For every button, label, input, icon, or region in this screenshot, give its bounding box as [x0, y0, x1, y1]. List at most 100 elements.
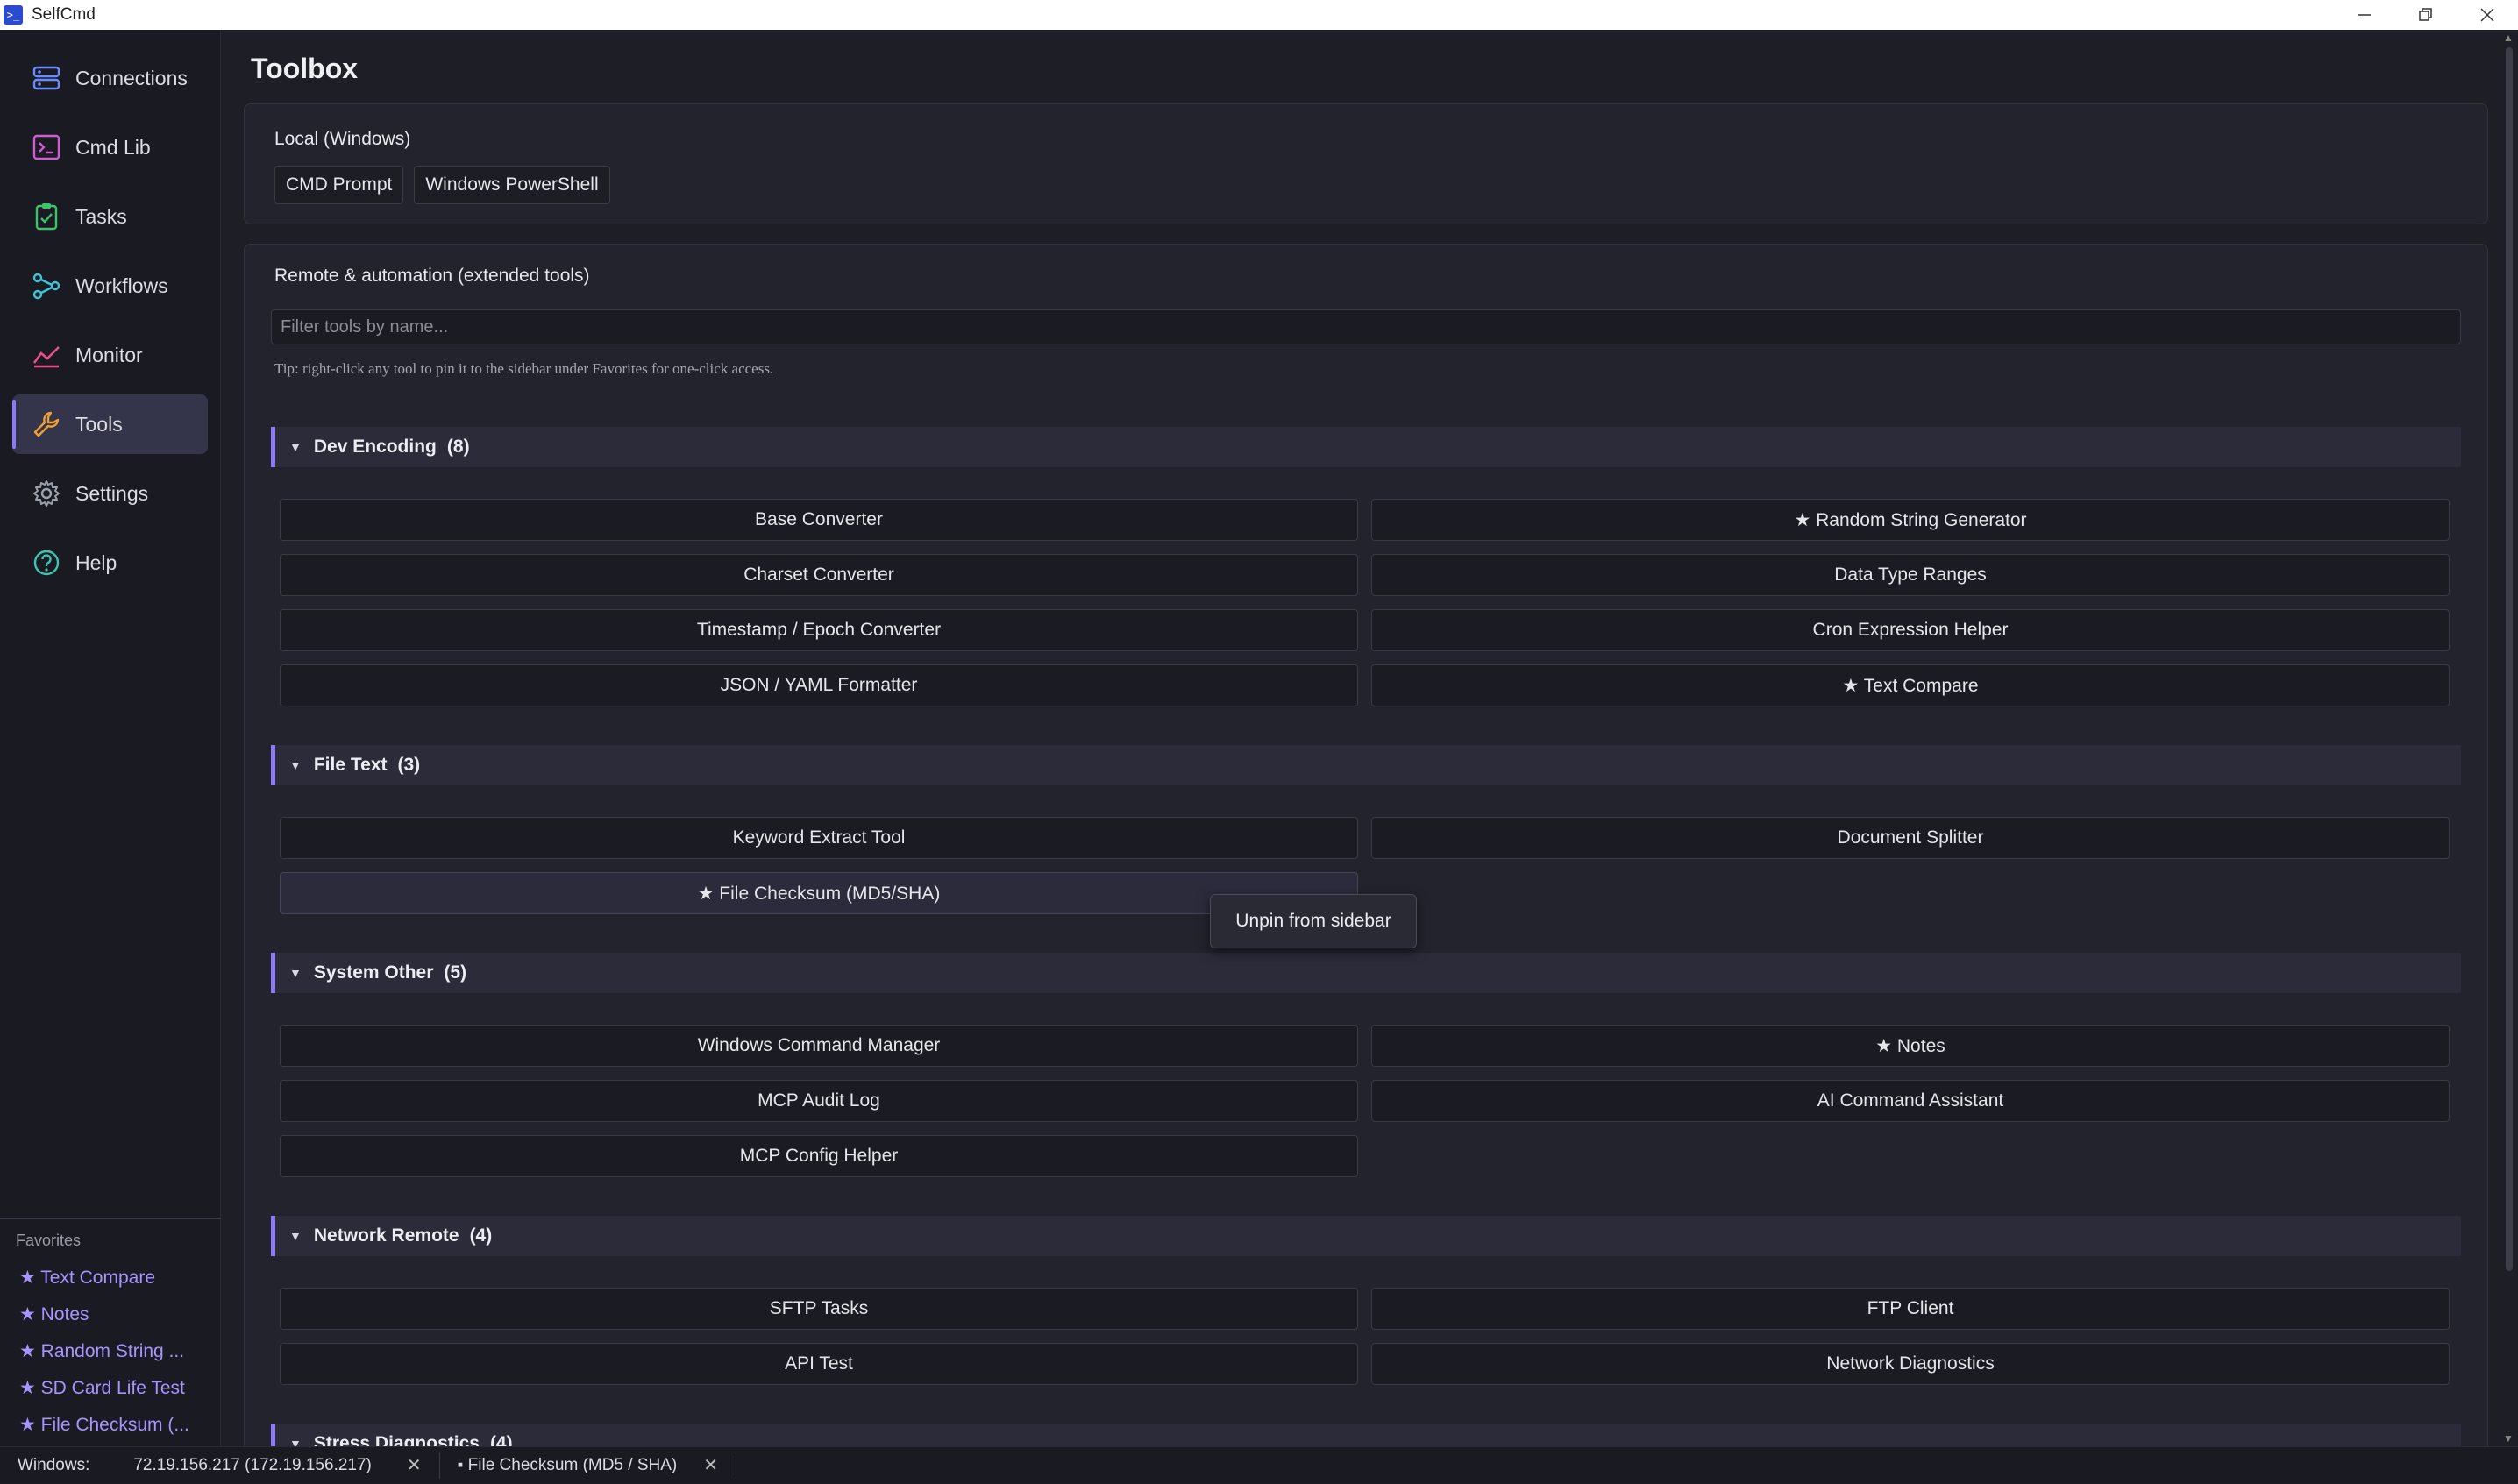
sidebar-item-tasks[interactable]: Tasks [12, 187, 208, 246]
workflow-icon [32, 271, 61, 301]
gear-icon [32, 479, 61, 508]
favorites-title: Favorites [16, 1232, 82, 1249]
section-header-dev-encoding[interactable]: ▼ Dev Encoding (8) [271, 427, 2461, 467]
favorite-item[interactable]: ★ Notes [0, 1296, 221, 1332]
tool-button[interactable]: SFTP Tasks [280, 1288, 1358, 1330]
remote-card-label: Remote & automation (extended tools) [274, 266, 590, 286]
minimize-button[interactable] [2334, 0, 2395, 30]
clipboard-check-icon [32, 202, 61, 231]
tool-button[interactable]: ★ Notes [1371, 1025, 2450, 1067]
window-tab-label: 72.19.156.217 (172.19.156.217) [133, 1455, 372, 1474]
caret-down-icon: ▼ [289, 758, 302, 772]
sidebar-item-workflows[interactable]: Workflows [12, 256, 208, 316]
sidebar-item-settings[interactable]: Settings [12, 464, 208, 523]
sidebar-item-label: Settings [75, 481, 149, 505]
scroll-down-icon[interactable]: ▼ [2503, 1432, 2514, 1445]
restore-button[interactable] [2395, 0, 2457, 30]
section-count: (4) [469, 1225, 493, 1246]
filter-tools-input[interactable] [271, 309, 2461, 344]
tool-button[interactable]: Charset Converter [280, 554, 1358, 596]
section-name: Stress Diagnostics [313, 1433, 480, 1446]
windows-label: Windows: [18, 1455, 90, 1474]
sidebar-item-label: Tools [75, 412, 123, 436]
status-bar: Windows: 72.19.156.217 (172.19.156.217) … [0, 1446, 2518, 1483]
favorite-item[interactable]: ★ SD Card Life Test [0, 1369, 221, 1406]
sidebar-item-monitor[interactable]: Monitor [12, 325, 208, 385]
section-header-stress-diagnostics[interactable]: ▼ Stress Diagnostics (4) [271, 1424, 2461, 1446]
section-count: (4) [489, 1433, 513, 1446]
section-header-network-remote[interactable]: ▼ Network Remote (4) [271, 1216, 2461, 1256]
section-count: (5) [444, 962, 467, 983]
tool-button[interactable]: ★ Text Compare [1371, 664, 2450, 706]
local-card-label: Local (Windows) [274, 129, 411, 149]
caret-down-icon: ▼ [289, 966, 302, 980]
section-name: System Other [313, 962, 434, 983]
cmd-prompt-button[interactable]: CMD Prompt [274, 166, 404, 204]
sidebar-item-cmd-lib[interactable]: Cmd Lib [12, 117, 208, 177]
chart-line-icon [32, 340, 61, 370]
caret-down-icon: ▼ [289, 1437, 302, 1446]
local-shell-list: CMD Prompt Windows PowerShell [274, 166, 610, 204]
section-name: Dev Encoding [313, 437, 437, 457]
favorite-item[interactable]: ★ Text Compare [0, 1259, 221, 1296]
tool-button[interactable]: Network Diagnostics [1371, 1343, 2450, 1385]
sidebar-item-label: Cmd Lib [75, 135, 151, 159]
window-tab[interactable]: ▪ File Checksum (MD5 / SHA) ✕ [440, 1447, 736, 1484]
section-name: File Text [313, 755, 388, 775]
tool-button[interactable]: ★ File Checksum (MD5/SHA) [280, 872, 1358, 914]
tool-button[interactable]: FTP Client [1371, 1288, 2450, 1330]
section-count: (3) [397, 755, 421, 775]
help-circle-icon [32, 548, 61, 578]
sidebar-item-tools[interactable]: Tools [12, 394, 208, 454]
sidebar-item-label: Workflows [75, 273, 168, 297]
powershell-button[interactable]: Windows PowerShell [414, 166, 610, 204]
tool-button[interactable]: ★ Random String Generator [1371, 499, 2450, 541]
tool-button[interactable]: MCP Config Helper [280, 1135, 1358, 1177]
tip-text: Tip: right-click any tool to pin it to t… [274, 360, 774, 377]
main-scrollbar[interactable]: ▲ ▼ [2500, 30, 2518, 1446]
tool-button[interactable]: Windows Command Manager [280, 1025, 1358, 1067]
favorites-panel: Favorites ★ Text Compare ★ Notes ★ Rando… [0, 1218, 221, 1443]
title-bar: >_ SelfCmd [0, 0, 2518, 30]
restore-icon [2419, 8, 2432, 21]
section-name: Network Remote [313, 1225, 459, 1246]
sidebar-item-label: Help [75, 550, 117, 574]
tool-button[interactable]: MCP Audit Log [280, 1080, 1358, 1122]
section-header-file-text[interactable]: ▼ File Text (3) [271, 745, 2461, 785]
close-button[interactable] [2457, 0, 2518, 30]
minimize-icon [2358, 14, 2371, 16]
window-tab-label: ▪ File Checksum (MD5 / SHA) [457, 1455, 678, 1474]
tool-button[interactable]: Timestamp / Epoch Converter [280, 609, 1358, 651]
favorite-item[interactable]: ★ File Checksum (... [0, 1406, 221, 1443]
window-tab[interactable]: 72.19.156.217 (172.19.156.217) ✕ [116, 1447, 438, 1484]
page-title: Toolbox [251, 53, 359, 84]
section-count: (8) [446, 437, 470, 457]
tool-button[interactable]: API Test [280, 1343, 1358, 1385]
tool-button[interactable]: Base Converter [280, 499, 1358, 541]
close-icon[interactable]: ✕ [407, 1454, 422, 1476]
tool-button[interactable]: Data Type Ranges [1371, 554, 2450, 596]
scroll-thumb[interactable] [2506, 47, 2513, 1271]
local-card: Local (Windows) CMD Prompt Windows Power… [244, 103, 2488, 224]
app-icon: >_ [4, 5, 23, 25]
tool-button[interactable]: JSON / YAML Formatter [280, 664, 1358, 706]
context-menu-unpin[interactable]: Unpin from sidebar [1210, 894, 1417, 948]
wrench-icon [32, 409, 61, 439]
terminal-icon [32, 132, 61, 162]
close-icon [2480, 8, 2494, 22]
tool-button[interactable]: Cron Expression Helper [1371, 609, 2450, 651]
close-icon[interactable]: ✕ [703, 1454, 718, 1476]
caret-down-icon: ▼ [289, 440, 302, 454]
sidebar-item-label: Tasks [75, 204, 127, 228]
tool-button[interactable]: Document Splitter [1371, 817, 2450, 859]
sidebar-nav: Connections Cmd Lib Tasks Workflows Moni… [0, 30, 220, 593]
section-header-system-other[interactable]: ▼ System Other (5) [271, 953, 2461, 993]
sidebar-item-connections[interactable]: Connections [12, 48, 208, 108]
sidebar-item-help[interactable]: Help [12, 533, 208, 593]
tool-button[interactable]: AI Command Assistant [1371, 1080, 2450, 1122]
main-content: Toolbox Local (Windows) CMD Prompt Windo… [221, 30, 2500, 1446]
scroll-up-icon[interactable]: ▲ [2503, 32, 2514, 44]
connections-icon [32, 63, 61, 93]
tool-button[interactable]: Keyword Extract Tool [280, 817, 1358, 859]
favorite-item[interactable]: ★ Random String ... [0, 1332, 221, 1369]
